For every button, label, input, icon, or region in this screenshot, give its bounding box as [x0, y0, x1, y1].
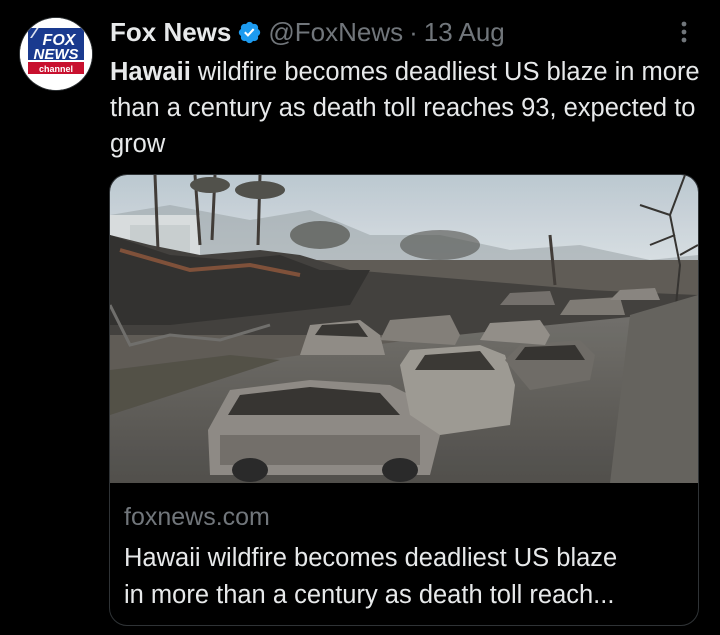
author-name[interactable]: Fox News [110, 17, 231, 48]
link-card[interactable]: foxnews.com Hawaii wildfire becomes dead… [109, 174, 699, 626]
tweet-text-bold: Hawaii [110, 58, 191, 86]
verified-badge-icon[interactable] [237, 20, 262, 45]
author-handle[interactable]: @FoxNews [268, 17, 403, 48]
link-card-title[interactable]: Hawaii wildfire becomes deadliest US bla… [124, 540, 689, 614]
fox-news-logo: FOX NEWS channel [20, 18, 92, 90]
link-card-image[interactable] [110, 175, 698, 483]
tweet-text-rest: wildfire becomes deadliest US blaze in m… [110, 58, 700, 158]
link-card-domain[interactable]: foxnews.com [124, 503, 270, 532]
link-card-title-line2: in more than a century as death toll rea… [124, 581, 615, 609]
logo-line3: channel [39, 64, 73, 74]
author-avatar[interactable]: FOX NEWS channel [20, 18, 92, 90]
tweet-text: Hawaii wildfire becomes deadliest US bla… [110, 54, 705, 162]
more-vertical-icon[interactable] [674, 16, 694, 48]
link-card-title-line1: Hawaii wildfire becomes deadliest US bla… [124, 544, 618, 572]
timestamp[interactable]: 13 Aug [424, 17, 505, 48]
tweet-header: Fox News @FoxNews · 13 Aug [110, 14, 505, 50]
separator-dot: · [409, 16, 418, 47]
logo-line2: NEWS [34, 46, 79, 63]
tweet[interactable]: FOX NEWS channel Fox News @FoxNews · 13 … [0, 0, 720, 635]
